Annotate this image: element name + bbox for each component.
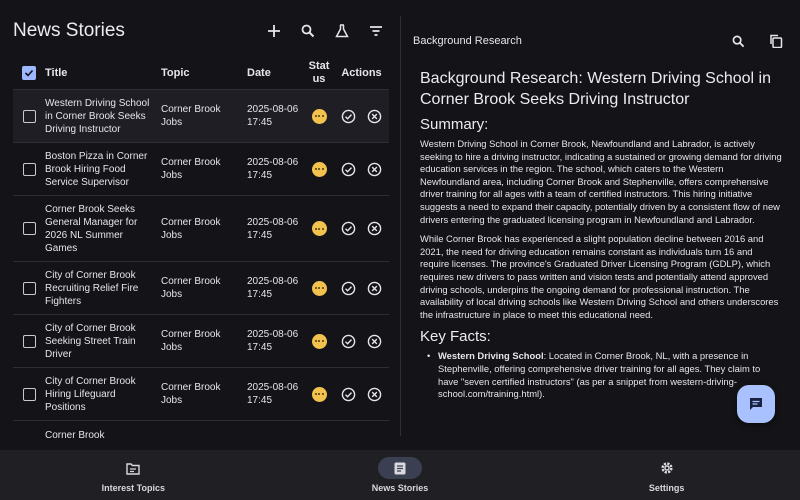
table-header: Title Topic Date Status Actions	[13, 56, 389, 90]
story-title: City of Corner Brook Recruiting Relief F…	[45, 269, 139, 307]
fact-label: Western Driving School	[438, 350, 544, 362]
story-topic: Corner Brook Jobs	[161, 157, 221, 181]
story-title: Boston Pizza in Corner Brook Hiring Food…	[45, 150, 148, 188]
table-row[interactable]: Boston Pizza in Corner Brook Hiring Food…	[13, 143, 389, 196]
column-header-status[interactable]: Status	[304, 60, 334, 86]
news-stories-header: News Stories	[13, 16, 390, 46]
key-facts-list: Western Driving School: Located in Corne…	[420, 350, 782, 400]
story-date: 2025-08-06 17:45	[247, 382, 299, 406]
add-icon[interactable]	[264, 21, 284, 41]
research-pane: Background Research Background Research:…	[401, 0, 800, 450]
article-icon	[394, 462, 406, 474]
nav-item-settings[interactable]: Settings	[533, 450, 800, 500]
table-row[interactable]: Corner Brook	[13, 421, 389, 450]
story-title: Corner Brook	[45, 430, 105, 441]
news-stories-pane: News Stories Title Topic Date Status Act…	[0, 0, 400, 450]
chat-icon	[750, 398, 762, 410]
summary-paragraph: Western Driving School in Corner Brook, …	[420, 138, 782, 225]
flask-icon[interactable]	[332, 21, 352, 41]
story-title: Western Driving School in Corner Brook S…	[45, 97, 150, 135]
row-checkbox[interactable]	[22, 387, 36, 401]
column-header-date[interactable]: Date	[247, 67, 304, 79]
approve-icon[interactable]	[341, 280, 357, 296]
nav-label: News Stories	[371, 483, 429, 493]
table-row[interactable]: City of Corner Brook Seeking Street Trai…	[13, 315, 389, 368]
story-date: 2025-08-06 17:45	[247, 157, 299, 181]
research-content: Background Research: Western Driving Sch…	[420, 68, 782, 401]
status-pending-icon[interactable]	[311, 386, 327, 402]
select-all-checkbox[interactable]	[22, 65, 36, 80]
story-date: 2025-08-06 17:45	[247, 216, 299, 241]
table-row[interactable]: City of Corner Brook Recruiting Relief F…	[13, 262, 389, 315]
reject-icon[interactable]	[367, 221, 383, 237]
copy-icon[interactable]	[766, 31, 786, 51]
story-topic: Corner Brook Jobs	[161, 329, 221, 353]
status-pending-icon[interactable]	[311, 108, 327, 124]
story-title: Corner Brook Seeks General Manager for 2…	[45, 203, 138, 254]
approve-icon[interactable]	[341, 333, 357, 349]
folder-icon	[126, 462, 141, 475]
reject-icon[interactable]	[367, 108, 383, 124]
summary-heading: Summary:	[420, 116, 489, 133]
story-topic: Corner Brook Jobs	[161, 216, 221, 241]
filter-icon[interactable]	[366, 21, 386, 41]
reject-icon[interactable]	[367, 280, 383, 296]
approve-icon[interactable]	[341, 108, 357, 124]
reject-icon[interactable]	[367, 161, 383, 177]
table-row[interactable]: Western Driving School in Corner Brook S…	[13, 90, 389, 143]
gear-icon	[661, 462, 673, 474]
row-checkbox[interactable]	[22, 281, 36, 295]
key-facts-heading: Key Facts:	[420, 328, 491, 346]
table-row[interactable]: City of Corner Brook Hiring Lifeguard Po…	[13, 368, 389, 421]
search-icon[interactable]	[298, 21, 318, 41]
status-pending-icon[interactable]	[311, 280, 327, 296]
column-header-topic[interactable]: Topic	[161, 67, 247, 79]
row-checkbox[interactable]	[22, 334, 36, 348]
status-pending-icon[interactable]	[311, 161, 327, 177]
story-title: City of Corner Brook Seeking Street Trai…	[45, 322, 136, 360]
reject-icon[interactable]	[367, 333, 383, 349]
row-checkbox[interactable]	[22, 222, 36, 235]
bottom-navigation: Interest Topics News Stories Settings	[0, 450, 800, 500]
approve-icon[interactable]	[341, 221, 357, 237]
chat-fab-button[interactable]	[737, 385, 775, 423]
status-pending-icon[interactable]	[311, 333, 327, 349]
summary-paragraph: While Corner Brook has experienced a sli…	[420, 233, 779, 320]
stories-table: Title Topic Date Status Actions Western …	[13, 56, 389, 450]
panel-title: Background Research	[413, 35, 522, 47]
story-topic: Corner Brook Jobs	[161, 382, 221, 406]
reject-icon[interactable]	[367, 386, 383, 402]
story-date: 2025-08-06 17:45	[247, 329, 299, 353]
nav-label: Interest Topics	[101, 483, 166, 493]
nav-item-interest-topics[interactable]: Interest Topics	[0, 450, 267, 500]
column-header-title[interactable]: Title	[45, 67, 161, 79]
approve-icon[interactable]	[341, 386, 357, 402]
story-date: 2025-08-06 17:45	[247, 104, 299, 128]
approve-icon[interactable]	[341, 161, 357, 177]
nav-item-news-stories[interactable]: News Stories	[267, 450, 534, 500]
story-topic: Corner Brook Jobs	[161, 104, 221, 128]
story-topic: Corner Brook Jobs	[161, 276, 221, 300]
nav-label: Settings	[648, 483, 685, 493]
page-title: News Stories	[13, 20, 125, 41]
story-date: 2025-08-06 17:45	[247, 276, 299, 300]
row-checkbox[interactable]	[22, 162, 36, 176]
table-row[interactable]: Corner Brook Seeks General Manager for 2…	[13, 196, 389, 262]
list-item: Western Driving School: Located in Corne…	[420, 350, 782, 400]
status-pending-icon[interactable]	[311, 221, 327, 237]
search-icon[interactable]	[728, 31, 748, 51]
document-title: Background Research: Western Driving Sch…	[420, 70, 771, 108]
column-header-actions: Actions	[341, 66, 382, 79]
row-checkbox[interactable]	[22, 109, 36, 123]
story-title: City of Corner Brook Hiring Lifeguard Po…	[45, 375, 136, 413]
